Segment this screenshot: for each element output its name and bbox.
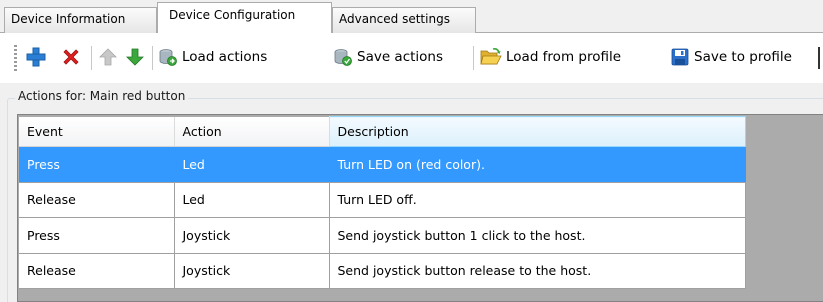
column-header-action[interactable]: Action: [174, 116, 330, 147]
add-button[interactable]: [25, 43, 47, 71]
column-header-event[interactable]: Event: [19, 116, 175, 147]
move-down-button[interactable]: [124, 43, 146, 71]
load-actions-label: Load actions: [182, 49, 268, 65]
delete-button[interactable]: [60, 43, 82, 71]
cell-event[interactable]: Press: [19, 217, 175, 254]
cell-description[interactable]: Send joystick button 1 click to the host…: [329, 217, 746, 254]
actions-table: Event Action Description Press Led Turn …: [19, 116, 746, 289]
cell-event[interactable]: Release: [19, 253, 175, 289]
toolbar-separator: [473, 46, 474, 70]
cell-event[interactable]: Release: [19, 182, 175, 218]
move-up-button[interactable]: [97, 43, 119, 71]
cell-description[interactable]: Send joystick button release to the host…: [329, 253, 746, 289]
cell-action[interactable]: Joystick: [174, 253, 330, 289]
red-x-icon: [63, 49, 79, 65]
cell-action[interactable]: Led: [174, 146, 330, 183]
cell-description[interactable]: Turn LED off.: [329, 182, 746, 218]
tab-advanced-settings[interactable]: Advanced settings: [332, 7, 476, 33]
database-save-icon: [334, 49, 352, 66]
cell-event[interactable]: Press: [19, 146, 175, 183]
database-load-icon: [159, 49, 177, 66]
table-row[interactable]: Release Joystick Send joystick button re…: [19, 253, 746, 289]
load-actions-button[interactable]: Load actions: [158, 43, 267, 71]
load-from-profile-button[interactable]: Load from profile: [480, 43, 621, 71]
actions-grid[interactable]: Event Action Description Press Led Turn …: [17, 114, 823, 302]
column-header-description[interactable]: Description: [328, 116, 746, 147]
save-to-profile-button[interactable]: Save to profile: [670, 43, 792, 71]
arrow-down-icon: [126, 48, 144, 66]
load-from-profile-label: Load from profile: [506, 49, 622, 65]
save-actions-button[interactable]: Save actions: [333, 43, 443, 71]
cell-action[interactable]: Led: [174, 182, 330, 218]
toolbar-separator: [91, 46, 92, 70]
tab-device-information[interactable]: Device Information: [4, 7, 157, 33]
actions-group-title: Actions for: Main red button: [15, 89, 189, 103]
arrow-up-icon: [99, 48, 117, 66]
toolbar-grip[interactable]: [14, 45, 17, 71]
floppy-disk-icon: [671, 48, 689, 66]
tab-strip: Device Information Device Configuration …: [0, 0, 823, 33]
toolbar-overflow-edge: [818, 47, 820, 69]
cell-action[interactable]: Joystick: [174, 217, 330, 254]
tab-device-configuration[interactable]: Device Configuration: [157, 2, 332, 33]
save-to-profile-label: Save to profile: [694, 49, 792, 65]
save-actions-label: Save actions: [357, 49, 444, 65]
table-row[interactable]: Press Joystick Send joystick button 1 cl…: [19, 217, 746, 254]
table-row[interactable]: Release Led Turn LED off.: [19, 182, 746, 218]
open-folder-icon: [480, 48, 502, 65]
plus-icon: [26, 47, 46, 67]
cell-description[interactable]: Turn LED on (red color).: [329, 146, 746, 183]
table-header-row: Event Action Description: [19, 116, 746, 147]
toolbar-separator: [152, 46, 153, 70]
toolbar: Load actions Save actions Load from prof…: [0, 33, 823, 83]
table-row[interactable]: Press Led Turn LED on (red color).: [19, 146, 746, 183]
